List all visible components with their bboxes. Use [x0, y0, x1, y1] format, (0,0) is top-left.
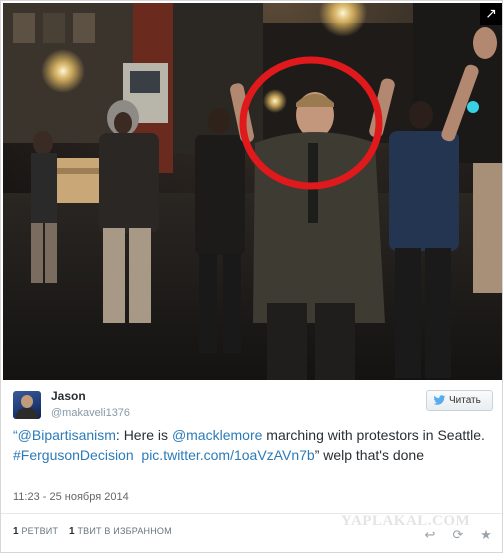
tweet-photo[interactable]: ↗: [3, 3, 502, 380]
hashtag-fergusondecision[interactable]: #FergusonDecision: [13, 447, 134, 463]
text-part-2: marching with protestors in Seattle.: [262, 427, 485, 443]
author-handle[interactable]: @makaveli1376: [51, 407, 130, 419]
retweet-label[interactable]: РЕТВИТ: [21, 526, 58, 536]
mention-macklemore[interactable]: @macklemore: [172, 427, 262, 443]
favorite-icon[interactable]: ★: [478, 529, 494, 543]
text-part-1: : Here is: [115, 427, 172, 443]
pic-link[interactable]: pic.twitter.com/1oaVzAVn7b: [141, 447, 314, 463]
avatar-shoulders: [16, 408, 38, 419]
mention-bipartisanism[interactable]: @Bipartisanism: [18, 427, 116, 443]
tweet-actions: ↩ ⟳ ★: [422, 529, 494, 543]
author-name[interactable]: Jason: [51, 389, 86, 403]
favorite-label[interactable]: ТВИТ В ИЗБРАННОМ: [77, 526, 171, 536]
retweet-count[interactable]: 1: [13, 526, 19, 537]
author-avatar[interactable]: [13, 391, 41, 419]
tweet-screenshot: ↗ Jason @makaveli1376 Читать “@Bipartisa…: [0, 0, 503, 553]
follow-label: Читать: [449, 395, 481, 406]
retweet-icon[interactable]: ⟳: [450, 529, 466, 543]
favorite-count[interactable]: 1: [69, 526, 75, 537]
tweet-stats: 1 РЕТВИТ 1 ТВИТ В ИЗБРАННОМ: [13, 526, 172, 537]
avatar-head: [21, 395, 33, 408]
tweet-text: “@Bipartisanism: Here is @macklemore mar…: [13, 425, 495, 465]
tweet-timestamp[interactable]: 11:23 - 25 ноября 2014: [13, 491, 129, 503]
follow-button[interactable]: Читать: [426, 390, 493, 411]
site-watermark: YAPLAKAL.COM: [341, 513, 471, 529]
tweet-body: Jason @makaveli1376 Читать “@Bipartisani…: [1, 381, 502, 552]
text-tail: ” welp that's done: [314, 447, 424, 463]
protest-photo-image: [3, 3, 502, 380]
reply-icon[interactable]: ↩: [422, 529, 438, 543]
twitter-bird-icon: [433, 395, 446, 405]
expand-icon[interactable]: ↗: [480, 3, 502, 25]
